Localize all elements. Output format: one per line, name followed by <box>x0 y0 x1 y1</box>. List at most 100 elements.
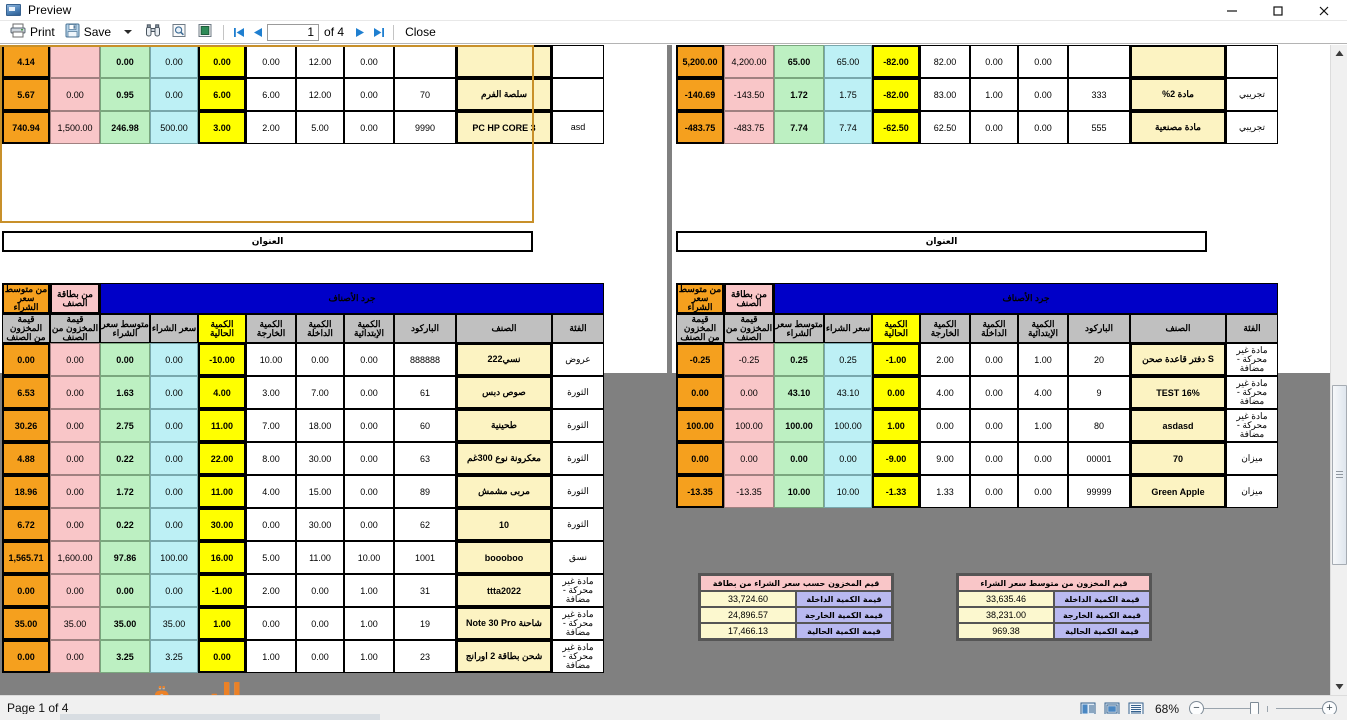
table-row: -13.35 -13.35 10.00 10.00 -1.33 1.33 0.00 0.00 9… <box>676 475 1278 508</box>
last-page-button[interactable] <box>369 23 388 42</box>
table-column-header-row: قيمة المخزون من الصنف قيمة المخزون من الص… <box>2 314 604 343</box>
cell-avg_price: 100.00 <box>774 409 824 442</box>
cell-barcode <box>394 45 456 78</box>
table-row: -0.25 -0.25 0.25 0.25 -1.00 2.00 0.00 1.00 20 S د… <box>676 343 1278 376</box>
preview-page-1[interactable]: 4.14 0.00 0.00 0.00 0.00 12.00 0.00 5.67 0.00 0.9… <box>0 45 667 673</box>
cell-qty_now: 1.00 <box>872 409 920 442</box>
column-header-price: سعر الشراء <box>150 314 198 343</box>
cell-item: 10 <box>456 508 552 541</box>
cell-item: طحينية <box>456 409 552 442</box>
table-row: 6.72 0.00 0.22 0.00 30.00 0.00 30.00 0.00 62 10 ال… <box>2 508 604 541</box>
cell-barcode: 00001 <box>1068 442 1130 475</box>
table-row: 0.00 0.00 3.25 3.25 0.00 1.00 0.00 1.00 23 شحن بط… <box>2 640 604 673</box>
cell-barcode: 20 <box>1068 343 1130 376</box>
cell-avg_price: 1.72 <box>774 78 824 111</box>
cell-qty_out: 0.00 <box>246 508 296 541</box>
cell-barcode: 89 <box>394 475 456 508</box>
table-row: 6.53 0.00 1.63 0.00 4.00 3.00 7.00 0.00 61 صوص دب… <box>2 376 604 409</box>
header-from-item-card: من بطاقة الصنف <box>724 283 774 314</box>
preview-page-2[interactable]: 5,200.00 4,200.00 65.00 65.00 -82.00 82.00 0.0… <box>672 45 1339 641</box>
cell-price: 0.00 <box>150 475 198 508</box>
cell-price: 35.00 <box>150 607 198 640</box>
table-row: 4.88 0.00 0.22 0.00 22.00 8.00 30.00 0.00 63 معكر… <box>2 442 604 475</box>
print-button[interactable]: Print <box>5 22 60 43</box>
summary-value: 33,724.60 <box>700 591 796 607</box>
summary-row: 33,724.60 قيمة الكمية الداخلة <box>700 591 892 607</box>
cell-category: الثورة <box>552 442 604 475</box>
horizontal-scrollbar[interactable] <box>0 714 1347 720</box>
vertical-scrollbar-thumb[interactable] <box>1332 385 1347 565</box>
cell-stock_value_avg: -140.69 <box>676 78 724 111</box>
cell-stock_value_avg: 4.14 <box>2 45 50 78</box>
cell-qty_init: 0.00 <box>1018 442 1068 475</box>
preview-document-area[interactable]: 4.14 0.00 0.00 0.00 0.00 12.00 0.00 5.67 0.00 0.9… <box>0 45 1347 695</box>
scroll-up-button[interactable] <box>1331 45 1347 62</box>
cell-stock_value_avg: 1,565.71 <box>2 541 50 574</box>
cell-barcode: 9 <box>1068 376 1130 409</box>
cell-stock_value_avg: 4.88 <box>2 442 50 475</box>
cell-barcode: 70 <box>394 78 456 111</box>
cell-item: PC HP CORE 3 <box>456 111 552 144</box>
cell-qty_init: 0.00 <box>1018 45 1068 78</box>
summary-value: 38,231.00 <box>958 607 1054 623</box>
zoom-slider-track-left[interactable] <box>1204 708 1250 709</box>
summary-row: 33,635.46 قيمة الكمية الداخلة <box>958 591 1150 607</box>
cell-price: 0.00 <box>150 409 198 442</box>
page-number-input[interactable] <box>267 23 320 41</box>
vertical-scrollbar[interactable] <box>1330 45 1347 695</box>
save-button[interactable]: Save <box>60 22 116 43</box>
cell-qty_in: 7.00 <box>296 376 344 409</box>
printer-icon <box>10 23 26 41</box>
cell-price: 0.00 <box>150 508 198 541</box>
cell-item: سلصة الفرم <box>456 78 552 111</box>
cell-stock_value_card: 1,500.00 <box>50 111 100 144</box>
window-title-bar: Preview <box>0 0 1347 21</box>
cell-price: 100.00 <box>150 541 198 574</box>
previous-page-button[interactable] <box>248 23 267 42</box>
cell-qty_out: 5.00 <box>246 541 296 574</box>
cell-barcode: 1001 <box>394 541 456 574</box>
summary-row: 969.38 قيمة الكمية الحالية <box>958 623 1150 639</box>
close-preview-button[interactable]: Close <box>399 22 442 43</box>
column-header-barcode: الباركود <box>1068 314 1130 343</box>
zoom-slider-tick <box>1267 705 1268 712</box>
save-dropdown-button[interactable] <box>116 22 140 43</box>
page-layout-button[interactable] <box>192 22 218 43</box>
close-button[interactable] <box>1301 0 1347 21</box>
cell-qty_init: 0.00 <box>344 475 394 508</box>
table-row: 18.96 0.00 1.72 0.00 11.00 4.00 15.00 0.00 89 مرب… <box>2 475 604 508</box>
cell-qty_in: 30.00 <box>296 442 344 475</box>
summary-value: 969.38 <box>958 623 1054 639</box>
cell-price: 0.00 <box>150 343 198 376</box>
summary-title: قيم المخزون من متوسط سعر الشراء <box>958 575 1150 591</box>
horizontal-scrollbar-thumb[interactable] <box>60 714 380 720</box>
zoom-slider-track-right[interactable] <box>1276 708 1322 709</box>
column-header-qty_in: الكمية الداخلة <box>296 314 344 343</box>
header-from-average-purchase-price: من متوسط سعر الشراء <box>2 283 50 314</box>
cell-qty_in: 0.00 <box>296 574 344 607</box>
cell-qty_init: 0.00 <box>344 508 394 541</box>
cell-item: asdasd <box>1130 409 1226 442</box>
minimize-button[interactable] <box>1209 0 1255 21</box>
cell-avg_price: 3.25 <box>100 640 150 673</box>
cell-barcode: 333 <box>1068 78 1130 111</box>
cell-stock_value_card: 0.00 <box>50 475 100 508</box>
next-page-button[interactable] <box>350 23 369 42</box>
cell-category: مادة غير محركة - مضافة <box>552 607 604 640</box>
cell-category: مادة غير محركة - مضافة <box>552 640 604 673</box>
cell-stock_value_card: 1,600.00 <box>50 541 100 574</box>
find-button[interactable] <box>140 22 166 43</box>
zoom-page-button[interactable] <box>166 22 192 43</box>
header-from-average-purchase-price: من متوسط سعر الشراء <box>676 283 724 314</box>
cell-qty_now: 11.00 <box>198 475 246 508</box>
scroll-down-button[interactable] <box>1331 678 1347 695</box>
cell-qty_out: 7.00 <box>246 409 296 442</box>
cell-qty_init: 0.00 <box>344 442 394 475</box>
close-label: Close <box>405 25 436 39</box>
cell-item: معكرونة نوع 300غم <box>456 442 552 475</box>
maximize-button[interactable] <box>1255 0 1301 21</box>
first-page-button[interactable] <box>229 23 248 42</box>
cell-price: 0.25 <box>824 343 872 376</box>
cell-price: 0.00 <box>824 442 872 475</box>
cell-qty_out: 83.00 <box>920 78 970 111</box>
